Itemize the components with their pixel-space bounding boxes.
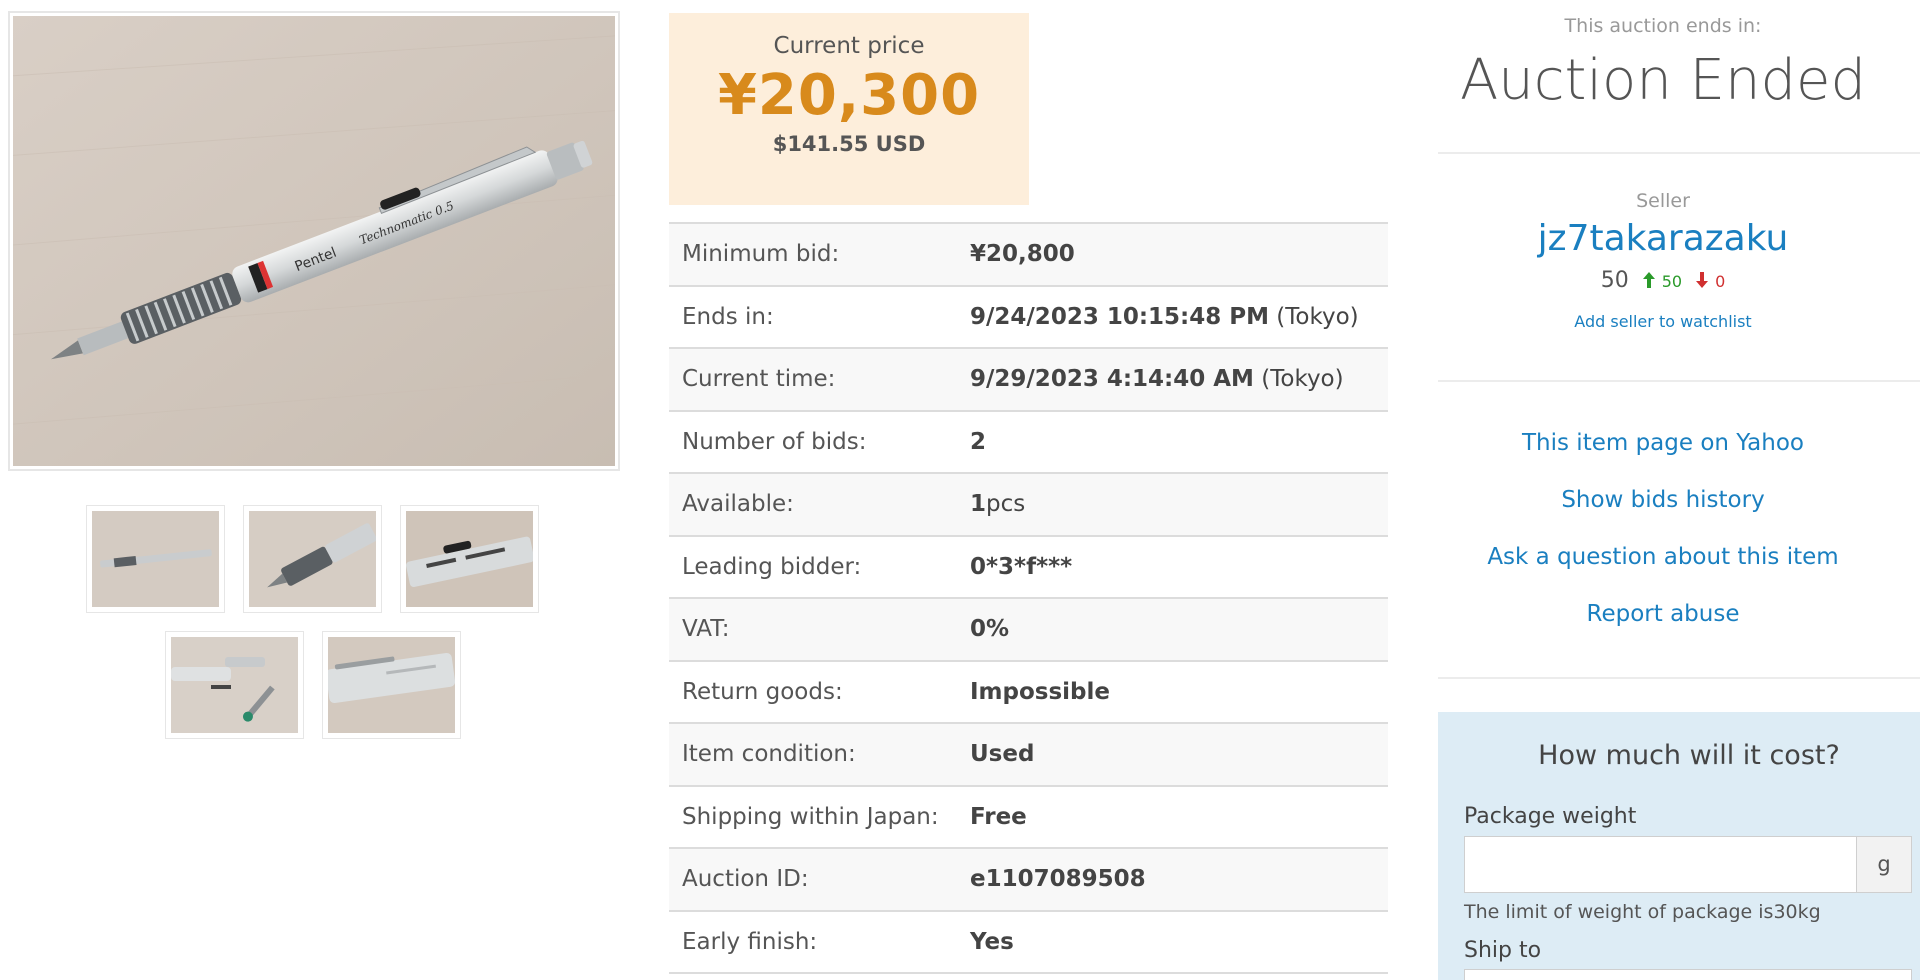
thumbnail-image [328,637,455,733]
detail-row-current-time: Current time: 9/29/2023 4:14:40 AM (Toky… [669,349,1388,412]
auction-ends-label: This auction ends in: [1564,15,1762,37]
thumbnail-image [406,511,533,607]
main-product-image[interactable]: Pentel Technomatic 0.5 [8,11,620,471]
detail-value: 2 [970,428,987,455]
thumbnail-image [171,637,298,733]
detail-row-return-goods: Return goods: Impossible [669,661,1388,724]
detail-label: Ends in: [682,303,774,330]
current-price-box: Current price ¥20,300 $141.55 USD [669,13,1029,205]
package-weight-input[interactable] [1464,836,1857,893]
divider [1438,152,1920,154]
detail-label: Minimum bid: [682,241,840,268]
detail-label: VAT: [682,616,730,643]
thumbnail-2[interactable] [243,505,382,613]
auction-status: Auction Ended [1459,48,1867,113]
detail-value: 9/29/2023 4:14:40 AM (Tokyo) [970,366,1344,393]
detail-value: 1pcs [970,491,1026,518]
detail-value: 0% [970,616,1010,643]
detail-label: Item condition: [682,741,856,768]
auction-details-table: Minimum bid: ¥20,800 Ends in: 9/24/2023 … [669,222,1388,974]
detail-row-shipping-japan: Shipping within Japan: Free [669,786,1388,849]
seller-name-link[interactable]: jz7takarazaku [1438,218,1888,259]
detail-row-ends-in: Ends in: 9/24/2023 10:15:48 PM (Tokyo) [669,286,1388,349]
cost-calculator-title: How much will it cost? [1538,740,1840,771]
detail-label: Shipping within Japan: [682,803,939,830]
detail-value: e1107089508 [970,866,1146,893]
thumbnail-3[interactable] [400,505,539,613]
show-bids-history-link[interactable]: Show bids history [1438,487,1888,513]
thumbnail-1[interactable] [86,505,225,613]
detail-value: Impossible [970,678,1110,705]
detail-label: Current time: [682,366,836,393]
ship-to-select[interactable] [1464,969,1912,980]
detail-row-minimum-bid: Minimum bid: ¥20,800 [669,224,1388,287]
yahoo-item-page-link[interactable]: This item page on Yahoo [1438,430,1888,456]
detail-row-available: Available: 1pcs [669,474,1388,537]
current-price-usd: $141.55 USD [772,132,926,156]
auction-sidebar: This auction ends in: Auction Ended Sell… [1438,0,1920,980]
thumbnail-image [249,511,376,607]
detail-label: Available: [682,491,794,518]
detail-value: Used [970,741,1035,768]
detail-row-auction-id: Auction ID: e1107089508 [669,849,1388,912]
detail-label: Leading bidder: [682,553,862,580]
detail-row-vat: VAT: 0% [669,599,1388,662]
divider [1438,677,1920,679]
thumbnail-4[interactable] [165,631,304,739]
ship-to-label: Ship to [1464,938,1542,963]
weight-unit-addon: g [1857,836,1912,893]
detail-row-item-condition: Item condition: Used [669,724,1388,787]
seller-negative-count: 0 [1715,272,1726,291]
thumb-down-arrow-icon [1696,272,1709,288]
detail-value: Yes [970,928,1014,955]
detail-row-number-of-bids: Number of bids: 2 [669,411,1388,474]
thumbnail-image [92,511,219,607]
pencil-photo: Pentel Technomatic 0.5 [13,16,615,466]
detail-row-early-finish: Early finish: Yes [669,911,1388,974]
package-weight-label: Package weight [1464,804,1637,829]
thumbnail-5[interactable] [322,631,461,739]
seller-rating-total: 50 [1600,268,1629,293]
seller-positive-count: 50 [1661,272,1683,291]
current-price-label: Current price [773,33,925,59]
report-abuse-link[interactable]: Report abuse [1438,601,1888,627]
cost-calculator: How much will it cost? Package weight g … [1438,712,1920,980]
detail-value: 0*3*f*** [970,553,1073,580]
current-price-value: ¥20,300 [717,63,981,128]
detail-row-leading-bidder: Leading bidder: 0*3*f*** [669,536,1388,599]
detail-value: Free [970,803,1027,830]
detail-value: ¥20,800 [970,241,1075,268]
detail-value: 9/24/2023 10:15:48 PM (Tokyo) [970,303,1359,330]
divider [1438,380,1920,382]
ask-question-link[interactable]: Ask a question about this item [1438,544,1888,570]
seller-rating: 50 50 0 [1438,268,1888,293]
detail-label: Auction ID: [682,866,809,893]
seller-label: Seller [1636,190,1690,212]
detail-label: Early finish: [682,928,818,955]
add-seller-watchlist-link[interactable]: Add seller to watchlist [1438,312,1888,331]
thumb-up-arrow-icon [1642,272,1655,288]
weight-limit-note: The limit of weight of package is30kg [1464,901,1821,923]
detail-label: Number of bids: [682,428,867,455]
detail-label: Return goods: [682,678,843,705]
